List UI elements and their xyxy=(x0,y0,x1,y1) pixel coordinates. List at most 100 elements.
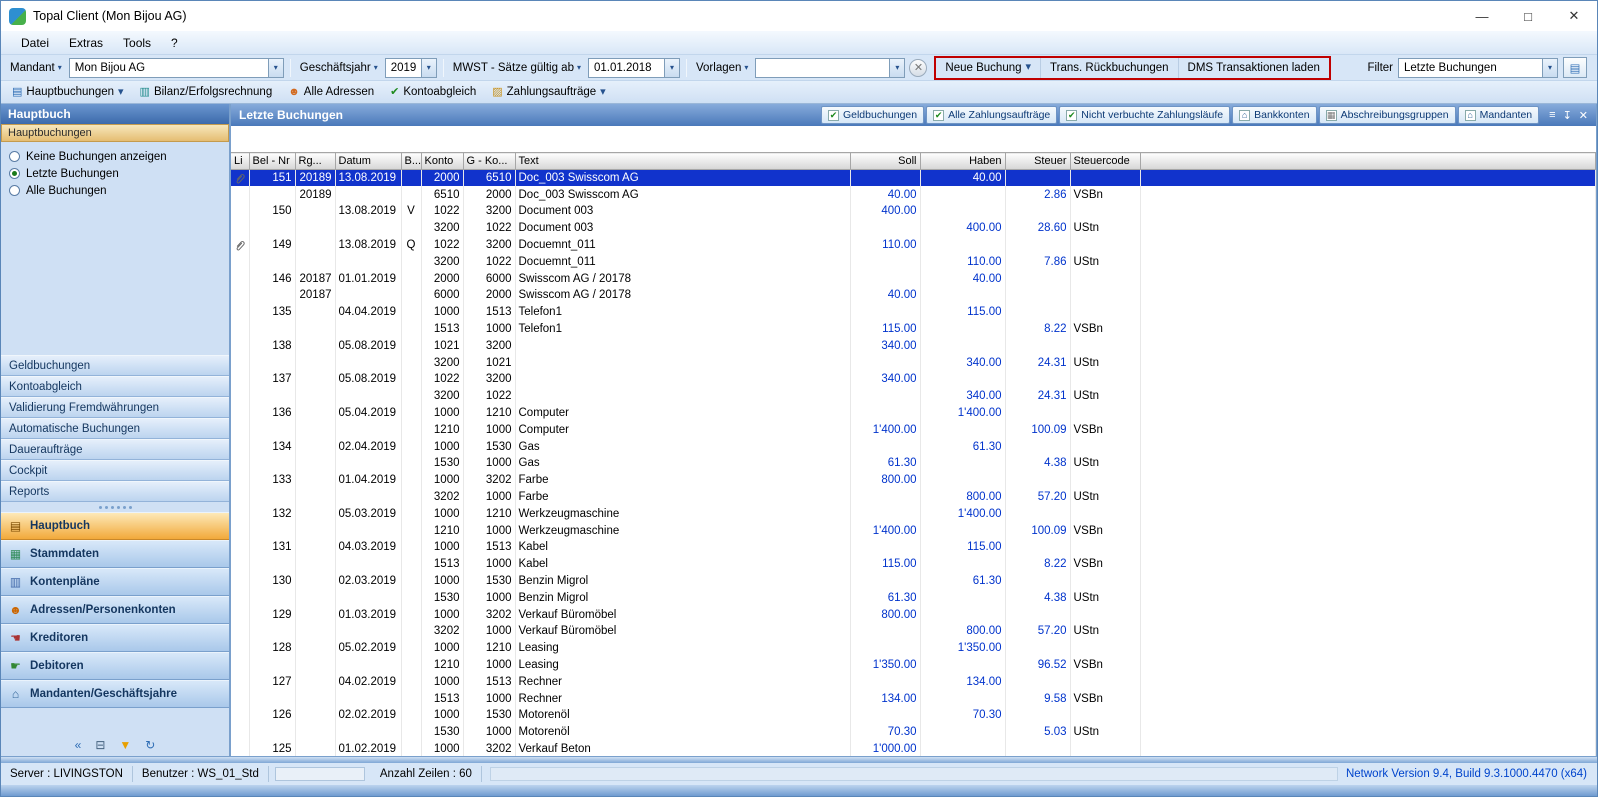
column-header[interactable]: Text xyxy=(515,153,850,170)
radio-option[interactable]: Keine Buchungen anzeigen xyxy=(9,148,225,165)
table-row[interactable]: 15301000Benzin Migrol61.304.38UStn xyxy=(231,589,1596,606)
menu-item[interactable]: Extras xyxy=(59,36,113,50)
column-header[interactable]: Li xyxy=(231,153,249,170)
panel-tab[interactable]: ⌂Mandanten xyxy=(1458,106,1540,124)
table-row[interactable]: 13605.04.201910001210Computer1'400.00 xyxy=(231,405,1596,422)
nav-item[interactable]: ☻Adressen/Personenkonten xyxy=(1,596,229,624)
mandant-label[interactable]: Mandant ▾ xyxy=(7,62,65,74)
minimize-icon[interactable]: — xyxy=(1459,1,1505,31)
ribbon-button[interactable]: ▨Zahlungsaufträge▾ xyxy=(485,82,612,102)
table-row[interactable]: 13504.04.201910001513Telefon1115.00 xyxy=(231,304,1596,321)
splitter-handle[interactable] xyxy=(1,502,229,512)
action-button[interactable]: Trans. Rückbuchungen xyxy=(1041,58,1178,78)
sidebar-item[interactable]: Validierung Fremdwährungen xyxy=(1,397,229,418)
table-row[interactable]: 2018965102000Doc_003 Swisscom AG40.002.8… xyxy=(231,186,1596,203)
table-row[interactable]: 14913.08.2019Q10223200Docuemnt_011110.00 xyxy=(231,237,1596,254)
chevron-down-icon[interactable]: ▾ xyxy=(889,59,904,77)
mwst-combobox[interactable]: 01.01.2018 ▾ xyxy=(588,58,680,78)
action-button[interactable]: Neue Buchung▾ xyxy=(936,58,1041,78)
nav-item[interactable]: ▥Kontenpläne xyxy=(1,568,229,596)
shrink-icon[interactable]: « xyxy=(75,738,82,752)
table-row[interactable]: 2018760002000Swisscom AG / 2017840.00 xyxy=(231,287,1596,304)
table-row[interactable]: 13402.04.201910001530Gas61.30 xyxy=(231,438,1596,455)
sidebar-item[interactable]: Kontoabgleich xyxy=(1,376,229,397)
nav-item[interactable]: ☛Debitoren xyxy=(1,652,229,680)
radio-option[interactable]: Letzte Buchungen xyxy=(9,165,225,182)
column-header[interactable]: Datum xyxy=(335,153,401,170)
chevron-down-icon[interactable]: ▾ xyxy=(664,59,679,77)
column-header[interactable]: B... xyxy=(401,153,421,170)
maximize-icon[interactable]: □ xyxy=(1505,1,1551,31)
table-row[interactable]: 15013.08.2019V10223200Document 003400.00 xyxy=(231,203,1596,220)
column-header[interactable]: Bel - Nr xyxy=(249,153,295,170)
pin-icon[interactable]: ↧ xyxy=(1563,109,1572,122)
clear-circle-icon[interactable]: ✕ xyxy=(909,59,927,77)
table-row[interactable]: 13002.03.201910001530Benzin Migrol61.30 xyxy=(231,573,1596,590)
action-button[interactable]: DMS Transaktionen laden xyxy=(1179,58,1329,78)
table-row[interactable]: 12101000Werkzeugmaschine1'400.00100.09VS… xyxy=(231,522,1596,539)
table-row[interactable]: 13301.04.201910003202Farbe800.00 xyxy=(231,472,1596,489)
ribbon-button[interactable]: ▥Bilanz/Erfolgsrechnung xyxy=(133,82,280,102)
table-row[interactable]: 12101000Leasing1'350.0096.52VSBn xyxy=(231,657,1596,674)
table-row[interactable]: 13805.08.201910213200340.00 xyxy=(231,337,1596,354)
table-row[interactable]: 1512018913.08.201920006510Doc_003 Swissc… xyxy=(231,170,1596,187)
table-row[interactable]: 32001022Document 003400.0028.60UStn xyxy=(231,220,1596,237)
column-header[interactable]: Soll xyxy=(850,153,920,170)
table-row[interactable]: 12501.02.201910003202Verkauf Beton1'000.… xyxy=(231,741,1596,756)
mandant-combobox[interactable]: Mon Bijou AG ▾ xyxy=(69,58,284,78)
menu-item[interactable]: Tools xyxy=(113,36,161,50)
vorlagen-label[interactable]: Vorlagen ▾ xyxy=(693,62,751,74)
panel-close-icon[interactable]: ✕ xyxy=(1579,109,1588,122)
sidebar-item[interactable]: Cockpit xyxy=(1,460,229,481)
column-header[interactable]: Rg... xyxy=(295,153,335,170)
table-row[interactable]: 32021000Farbe800.0057.20UStn xyxy=(231,489,1596,506)
refresh-icon[interactable]: ↻ xyxy=(145,738,155,752)
sidebar-item[interactable]: Daueraufträge xyxy=(1,439,229,460)
table-row[interactable]: 15131000Telefon1115.008.22VSBn xyxy=(231,321,1596,338)
table-row[interactable]: 32001022340.0024.31UStn xyxy=(231,388,1596,405)
sidebar-section-header[interactable]: Hauptbuchungen xyxy=(1,124,229,142)
close-icon[interactable]: ✕ xyxy=(1551,1,1597,31)
table-row[interactable]: 32001021340.0024.31UStn xyxy=(231,354,1596,371)
table-row[interactable]: 13104.03.201910001513Kabel115.00 xyxy=(231,539,1596,556)
nav-item[interactable]: ▦Stammdaten xyxy=(1,540,229,568)
table-row[interactable]: 15301000Motorenöl70.305.03UStn xyxy=(231,724,1596,741)
table-row[interactable]: 12101000Computer1'400.00100.09VSBn xyxy=(231,421,1596,438)
column-header[interactable]: Haben xyxy=(920,153,1005,170)
sidebar-item[interactable]: Automatische Buchungen xyxy=(1,418,229,439)
chevron-down-icon[interactable]: ▾ xyxy=(1542,59,1557,77)
table-row[interactable]: 12704.02.201910001513Rechner134.00 xyxy=(231,673,1596,690)
nav-item[interactable]: ▤Hauptbuch xyxy=(1,512,229,540)
table-row[interactable]: 13705.08.201910223200340.00 xyxy=(231,371,1596,388)
nav-item[interactable]: ☚Kreditoren xyxy=(1,624,229,652)
table-row[interactable]: 32001022Docuemnt_011110.007.86UStn xyxy=(231,253,1596,270)
table-row[interactable]: 12805.02.201910001210Leasing1'350.00 xyxy=(231,640,1596,657)
menu-icon[interactable]: ≡ xyxy=(1549,109,1555,122)
print-icon[interactable]: ⊟ xyxy=(95,738,105,752)
mwst-label[interactable]: MWST - Sätze gültig ab ▾ xyxy=(450,62,584,74)
table-row[interactable]: 15301000Gas61.304.38UStn xyxy=(231,455,1596,472)
panel-tab[interactable]: ▦Abschreibungsgruppen xyxy=(1319,106,1456,124)
filter-combobox[interactable]: Letzte Buchungen ▾ xyxy=(1398,58,1558,78)
column-header[interactable]: Steuer xyxy=(1005,153,1070,170)
table-row[interactable]: 15131000Kabel115.008.22VSBn xyxy=(231,556,1596,573)
document-icon[interactable]: ▤ xyxy=(1563,57,1587,78)
column-header[interactable]: Steuercode xyxy=(1070,153,1140,170)
radio-option[interactable]: Alle Buchungen xyxy=(9,182,225,199)
column-header[interactable]: Konto xyxy=(421,153,463,170)
table-row[interactable]: 12602.02.201910001530Motorenöl70.30 xyxy=(231,707,1596,724)
panel-tab[interactable]: ✔Geldbuchungen xyxy=(821,106,924,124)
sidebar-item[interactable]: Geldbuchungen xyxy=(1,355,229,376)
table-row[interactable]: 13205.03.201910001210Werkzeugmaschine1'4… xyxy=(231,505,1596,522)
table-row[interactable]: 32021000Verkauf Büromöbel800.0057.20UStn xyxy=(231,623,1596,640)
geschaeftsjahr-label[interactable]: Geschäftsjahr ▾ xyxy=(297,62,381,74)
menu-item[interactable]: Datei xyxy=(11,36,59,50)
ribbon-button[interactable]: ☻Alle Adressen xyxy=(281,82,381,102)
ribbon-button[interactable]: ✔Kontoabgleich xyxy=(383,82,483,102)
panel-tab[interactable]: ⌂Bankkonten xyxy=(1232,106,1316,124)
ribbon-button[interactable]: ▤Hauptbuchungen▾ xyxy=(5,82,131,102)
column-header[interactable]: G - Ko... xyxy=(463,153,515,170)
vorlagen-combobox[interactable]: ▾ xyxy=(755,58,905,78)
geschaeftsjahr-combobox[interactable]: 2019 ▾ xyxy=(385,58,437,78)
nav-item[interactable]: ⌂Mandanten/Geschäftsjahre xyxy=(1,680,229,708)
